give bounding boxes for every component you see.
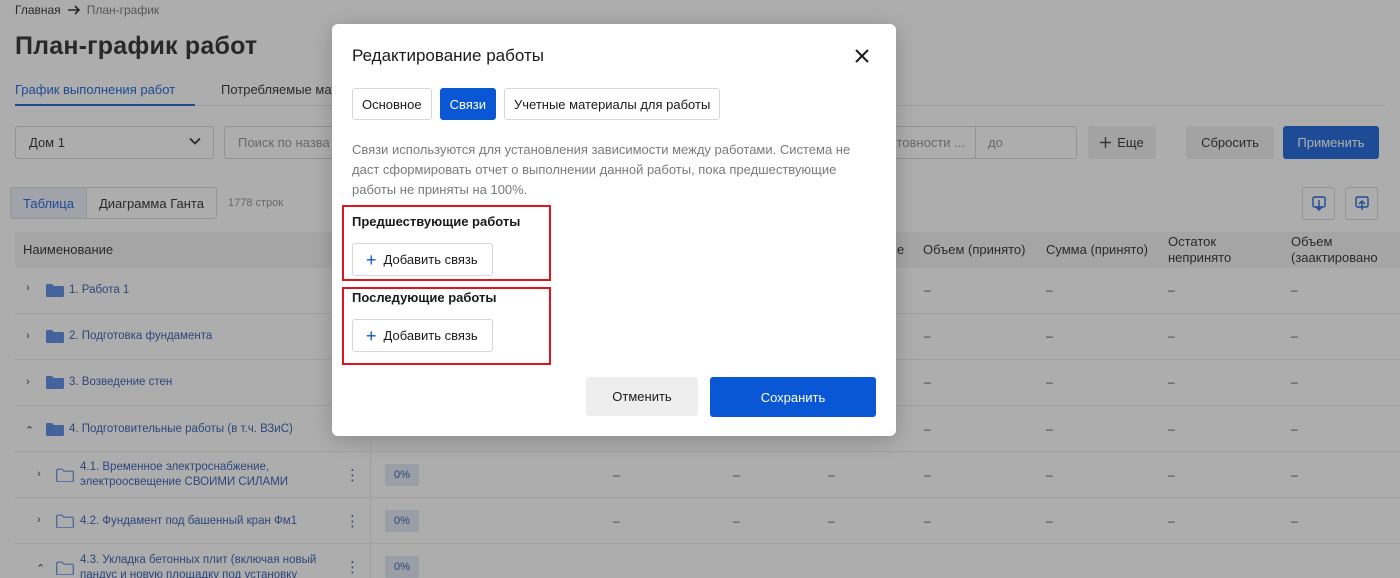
cancel-button[interactable]: Отменить [586,377,698,416]
description-line2: даст сформировать отчет о выполнении дан… [352,162,837,177]
plus-icon: + [366,325,377,346]
edit-work-dialog: Редактирование работы Основное Связи Уче… [332,24,896,436]
predecessors-title: Предшествующие работы [352,214,521,229]
dialog-title: Редактирование работы [352,46,544,65]
add-successor-button[interactable]: + Добавить связь [352,319,493,352]
description-line3: работы не приняты на 100%. [352,182,528,197]
plus-icon: + [366,249,377,270]
tab-general[interactable]: Основное [352,88,432,120]
tab-materials[interactable]: Учетные материалы для работы [504,88,721,120]
close-icon[interactable] [853,47,871,65]
add-successor-label: Добавить связь [383,328,478,343]
save-button[interactable]: Сохранить [710,377,876,417]
add-predecessor-button[interactable]: + Добавить связь [352,243,493,276]
dialog-tabs: Основное Связи Учетные материалы для раб… [352,88,721,120]
tab-links[interactable]: Связи [439,88,496,120]
add-predecessor-label: Добавить связь [383,252,478,267]
successors-title: Последующие работы [352,290,497,305]
description-line1: Связи используются для установления зави… [352,142,851,157]
links-description: Связи используются для установления зави… [352,140,862,200]
